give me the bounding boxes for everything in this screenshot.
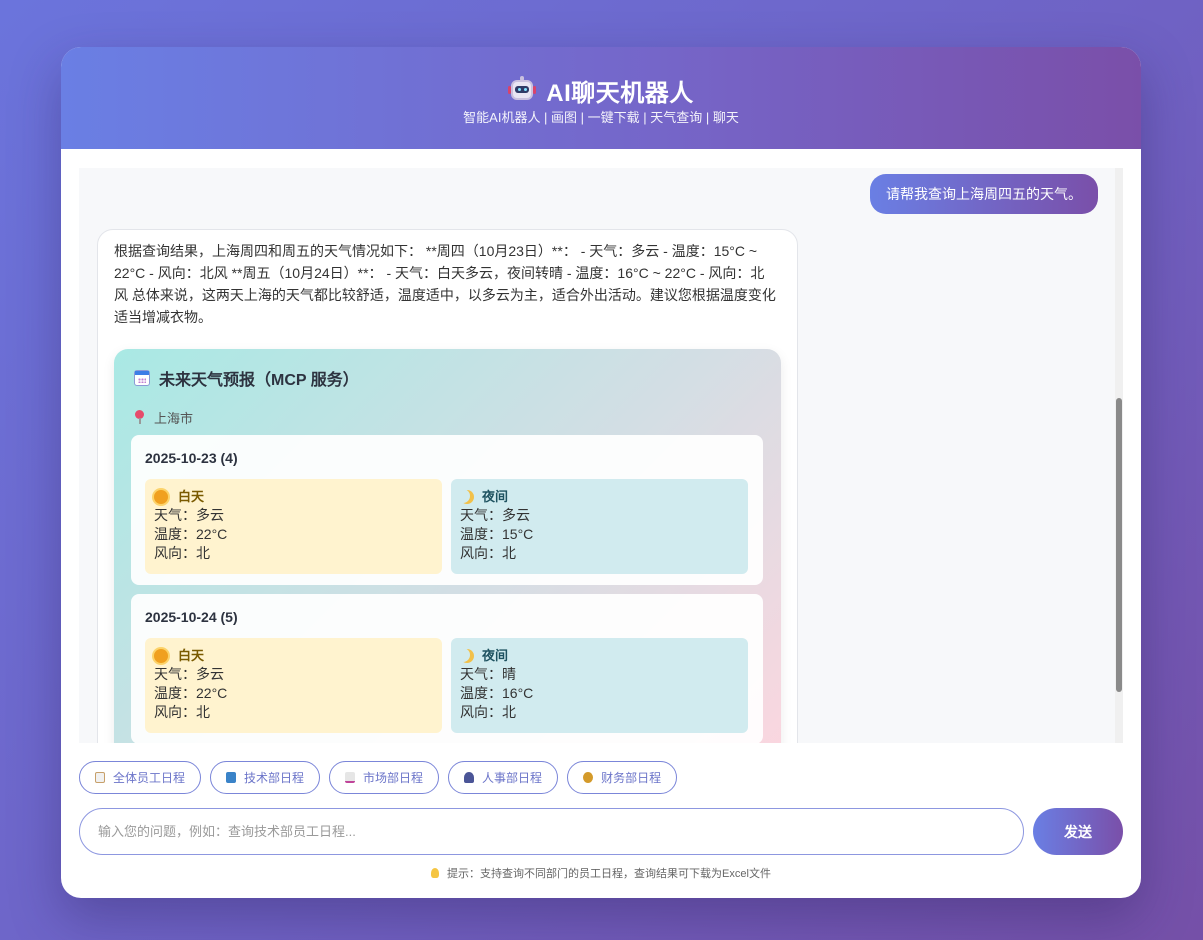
sun-icon (154, 648, 168, 663)
app-header: AI聊天机器人 智能AI机器人 | 画图 | 一键下载 | 天气查询 | 聊天 (61, 47, 1141, 149)
wind-direction: 风向：北 (154, 545, 210, 561)
calendar-icon (134, 370, 150, 386)
app-subtitle: 智能AI机器人 | 画图 | 一键下载 | 天气查询 | 聊天 (463, 110, 739, 125)
wind-direction: 风向：北 (154, 704, 210, 720)
lightbulb-icon (431, 868, 440, 878)
chat-app-window: AI聊天机器人 智能AI机器人 | 画图 | 一键下载 | 天气查询 | 聊天 … (61, 47, 1141, 898)
weather-condition: 天气：多云 (154, 666, 224, 682)
location-label: 上海市 (154, 410, 194, 426)
weather-condition: 天气：多云 (460, 507, 530, 523)
title-row: AI聊天机器人 (61, 47, 1141, 107)
wind-direction: 风向：北 (460, 545, 516, 561)
chat-input[interactable] (79, 808, 1024, 855)
location-pin-icon (134, 410, 144, 424)
moon-icon (460, 490, 474, 504)
robot-icon (508, 76, 537, 104)
clipboard-icon (95, 772, 105, 783)
wind-direction: 风向：北 (460, 704, 516, 720)
weather-condition: 天气：多云 (154, 507, 224, 523)
quick-action-bar: 全体员工日程 技术部日程 市场部日程 人事部日程 财务部日程 (79, 761, 678, 794)
daytime-label: 白天 (178, 489, 205, 504)
weather-condition: 天气：晴 (460, 666, 516, 682)
forecast-date: 2025-10-24 (5) (145, 609, 238, 625)
daytime-label: 白天 (178, 648, 205, 663)
quick-finance-schedule-button[interactable]: 财务部日程 (567, 761, 678, 794)
location-row: 上海市 (134, 407, 764, 427)
weather-card-header: 未来天气预报（MCP 服务） (131, 349, 764, 407)
chart-icon (345, 772, 356, 783)
forecast-date: 2025-10-23 (4) (145, 450, 238, 466)
people-icon (464, 772, 475, 783)
temperature: 温度：22°C (154, 526, 228, 542)
weather-card-title: 未来天气预报（MCP 服务） (159, 372, 359, 389)
weather-forecast-card: 未来天气预报（MCP 服务） 上海市 2025-10-23 (4) 白天 天气：… (114, 349, 781, 743)
nighttime-panel: 夜间 天气：多云 温度：15°C 风向：北 (451, 479, 748, 574)
book-icon (226, 772, 237, 783)
quick-tech-schedule-button[interactable]: 技术部日程 (210, 761, 321, 794)
daytime-panel: 白天 天气：多云 温度：22°C 风向：北 (145, 479, 442, 574)
nighttime-label: 夜间 (482, 648, 509, 663)
money-bag-icon (583, 772, 594, 783)
temperature: 温度：22°C (154, 685, 228, 701)
bot-message-bubble: 根据查询结果，上海周四和周五的天气情况如下： **周四（10月23日）**： -… (97, 229, 798, 743)
quick-hr-schedule-button[interactable]: 人事部日程 (448, 761, 559, 794)
sun-icon (154, 489, 168, 504)
hint-text: 提示：支持查询不同部门的员工日程，查询结果可下载为Excel文件 (447, 868, 771, 880)
forecast-day: 2025-10-24 (5) 白天 天气：多云 温度：22°C 风向：北 夜间 … (131, 594, 763, 743)
user-message-bubble: 请帮我查询上海周四五的天气。 (870, 174, 1098, 214)
bot-message-text: 根据查询结果，上海周四和周五的天气情况如下： **周四（10月23日）**： -… (114, 243, 776, 325)
chat-scrollbar[interactable] (1115, 168, 1123, 743)
daytime-panel: 白天 天气：多云 温度：22°C 风向：北 (145, 638, 442, 733)
nighttime-panel: 夜间 天气：晴 温度：16°C 风向：北 (451, 638, 748, 733)
app-title: AI聊天机器人 (546, 79, 694, 107)
quick-all-staff-schedule-button[interactable]: 全体员工日程 (79, 761, 202, 794)
hint-row: 提示：支持查询不同部门的员工日程，查询结果可下载为Excel文件 (61, 865, 1141, 881)
chat-messages-area[interactable]: 请帮我查询上海周四五的天气。 根据查询结果，上海周四和周五的天气情况如下： **… (79, 168, 1123, 743)
send-button[interactable]: 发送 (1033, 808, 1123, 855)
temperature: 温度：15°C (460, 526, 534, 542)
quick-marketing-schedule-button[interactable]: 市场部日程 (329, 761, 440, 794)
temperature: 温度：16°C (460, 685, 534, 701)
moon-icon (460, 649, 474, 663)
scrollbar-thumb[interactable] (1116, 398, 1122, 692)
forecast-day: 2025-10-23 (4) 白天 天气：多云 温度：22°C 风向：北 夜间 … (131, 435, 763, 585)
nighttime-label: 夜间 (482, 489, 509, 504)
